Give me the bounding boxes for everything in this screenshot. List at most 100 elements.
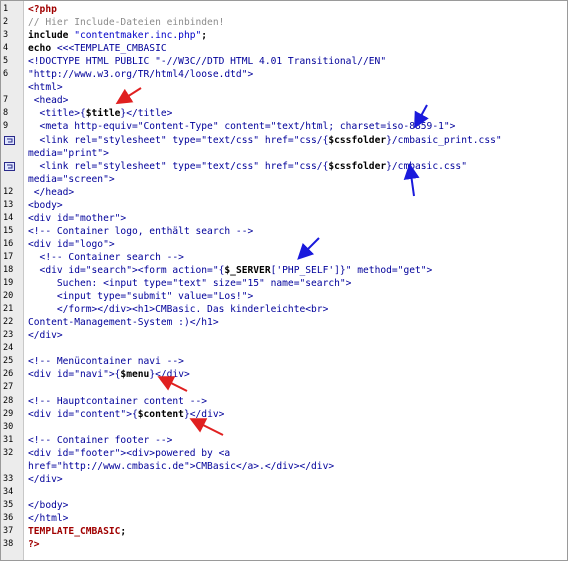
code-line[interactable]: 29 <div id="content">{$content}</div> bbox=[1, 408, 567, 421]
code-line[interactable]: 28 <!-- Hauptcontainer content --> bbox=[1, 395, 567, 408]
code-text: Suchen: <input type="text" size="15" nam… bbox=[28, 277, 352, 290]
code-line[interactable]: 18 <div id="search"><form action="{$_SER… bbox=[1, 264, 567, 277]
code-text: <meta http-equiv="Content-Type" content=… bbox=[28, 120, 456, 133]
code-line[interactable]: 17 <!-- Container search --> bbox=[1, 251, 567, 264]
code-line[interactable]: 23 </div> bbox=[1, 329, 567, 342]
code-line[interactable]: 24 bbox=[1, 342, 567, 355]
code-text: // Hier Include-Dateien einbinden! bbox=[28, 16, 224, 29]
code-line[interactable]: 5 <!DOCTYPE HTML PUBLIC "-//W3C//DTD HTML… bbox=[1, 55, 567, 68]
code-line[interactable]: 4 echo <<<TEMPLATE_CMBASIC bbox=[1, 42, 567, 55]
code-line[interactable]: 32 <div id="footer"><div>powered by <a bbox=[1, 447, 567, 460]
code-text: include "contentmaker.inc.php"; bbox=[28, 29, 207, 42]
line-number: 34 bbox=[3, 486, 14, 497]
code-text: <div id="footer"><div>powered by <a bbox=[28, 447, 230, 460]
code-line[interactable]: 27 bbox=[1, 381, 567, 394]
code-line[interactable]: media="print"> bbox=[1, 147, 567, 160]
code-line[interactable]: 9 <meta http-equiv="Content-Type" conten… bbox=[1, 120, 567, 133]
code-line[interactable]: 15 <!-- Container logo, enthält search --… bbox=[1, 225, 567, 238]
code-token: }/cmbasic.css" bbox=[386, 160, 467, 172]
code-line[interactable]: 35 </body> bbox=[1, 499, 567, 512]
code-line[interactable]: 21 </form></div><h1>CMBasic. Das kinderl… bbox=[1, 303, 567, 316]
code-token: media="print"> bbox=[28, 147, 109, 159]
code-line[interactable]: 12 </head> bbox=[1, 186, 567, 199]
code-line[interactable]: 8 <title>{$title}</title> bbox=[1, 107, 567, 120]
code-line[interactable]: 16 <div id="logo"> bbox=[1, 238, 567, 251]
code-text: media="screen"> bbox=[28, 173, 115, 186]
line-number: 17 bbox=[3, 251, 14, 262]
code-line[interactable]: 14 <div id="mother"> bbox=[1, 212, 567, 225]
code-token: TEMPLATE_CMBASIC bbox=[28, 526, 121, 537]
code-text: </div> bbox=[28, 329, 63, 342]
code-token: }</title> bbox=[120, 108, 173, 120]
code-line[interactable]: 33 </div> bbox=[1, 473, 567, 486]
code-text: <link rel="stylesheet" type="text/css" h… bbox=[28, 160, 467, 173]
code-text: <?php bbox=[28, 3, 57, 16]
code-line[interactable]: media="screen"> bbox=[1, 173, 567, 186]
code-token: ; bbox=[120, 526, 127, 537]
code-token: <!-- Menücontainer navi --> bbox=[28, 356, 184, 368]
code-text: media="print"> bbox=[28, 147, 109, 160]
code-line[interactable]: 6 "http://www.w3.org/TR/html4/loose.dtd"> bbox=[1, 68, 567, 81]
line-number: 31 bbox=[3, 434, 14, 445]
code-token: // Hier Include-Dateien einbinden! bbox=[28, 17, 225, 29]
code-token: "contentmaker.inc.php" bbox=[74, 30, 202, 42]
code-text: <input type="submit" value="Los!"> bbox=[28, 290, 253, 303]
code-text: </div> bbox=[28, 473, 63, 486]
code-token: media="screen"> bbox=[28, 173, 115, 185]
line-number: 5 bbox=[3, 56, 9, 67]
template-variable: $_SERVER bbox=[224, 265, 271, 276]
code-line[interactable]: <link rel="stylesheet" type="text/css" h… bbox=[1, 160, 567, 173]
code-line[interactable]: 34 bbox=[1, 486, 567, 499]
line-number: 33 bbox=[3, 473, 14, 484]
template-variable: $cssfolder bbox=[328, 160, 387, 172]
code-line[interactable]: 36 </html> bbox=[1, 512, 567, 525]
code-token: <!-- Container footer --> bbox=[28, 434, 173, 446]
line-number: 28 bbox=[3, 395, 14, 406]
code-line[interactable]: <link rel="stylesheet" type="text/css" h… bbox=[1, 134, 567, 147]
line-number: 15 bbox=[3, 225, 14, 236]
code-token: <div id="footer"><div>powered by <a bbox=[28, 447, 231, 459]
code-text: <div id="search"><form action="{$_SERVER… bbox=[28, 264, 433, 277]
code-line[interactable]: 19 Suchen: <input type="text" size="15" … bbox=[1, 277, 567, 290]
code-text: <!-- Menücontainer navi --> bbox=[28, 355, 184, 368]
code-line[interactable]: 25 <!-- Menücontainer navi --> bbox=[1, 355, 567, 368]
code-text: <!-- Container search --> bbox=[28, 251, 184, 264]
code-token: <input type="submit" value="Los!"> bbox=[28, 291, 254, 303]
code-token: <!-- Container search --> bbox=[28, 251, 184, 263]
template-variable: $menu bbox=[120, 369, 150, 381]
code-line[interactable]: href="http://www.cmbasic.de">CMBasic</a>… bbox=[1, 460, 567, 473]
line-number: 32 bbox=[3, 447, 14, 458]
code-text: <head> bbox=[28, 94, 69, 107]
template-variable: $title bbox=[85, 108, 121, 120]
code-line[interactable]: 7 <head> bbox=[1, 94, 567, 107]
code-line[interactable]: 37 TEMPLATE_CMBASIC; bbox=[1, 525, 567, 538]
code-line[interactable]: 1 <?php bbox=[1, 3, 567, 16]
code-editor[interactable]: 1 <?php 2 // Hier Include-Dateien einbinden… bbox=[0, 0, 568, 561]
code-line[interactable]: 2 // Hier Include-Dateien einbinden! bbox=[1, 16, 567, 29]
code-line[interactable]: 30 bbox=[1, 421, 567, 434]
line-number: 2 bbox=[3, 17, 9, 28]
line-number: 1 bbox=[3, 4, 9, 14]
code-token: }</div> bbox=[183, 408, 225, 420]
code-line[interactable]: 22 Content-Management-System :)</h1> bbox=[1, 316, 567, 329]
code-line[interactable]: 13 <body> bbox=[1, 199, 567, 212]
code-token: <!-- Hauptcontainer content --> bbox=[28, 395, 208, 407]
code-line[interactable]: 31 <!-- Container footer --> bbox=[1, 434, 567, 447]
code-line[interactable]: 3 include "contentmaker.inc.php"; bbox=[1, 29, 567, 42]
code-token: <!-- Container logo, enthält search --> bbox=[28, 225, 254, 237]
code-line[interactable]: 26 <div id="navi">{$menu}</div> bbox=[1, 368, 567, 381]
code-token: <head> bbox=[28, 95, 69, 107]
code-token: Suchen: <input type="text" size="15" nam… bbox=[28, 278, 352, 290]
code-text: href="http://www.cmbasic.de">CMBasic</a>… bbox=[28, 460, 334, 473]
code-text: </body> bbox=[28, 499, 68, 512]
code-token: </html> bbox=[28, 512, 69, 524]
code-token: <<<TEMPLATE_CMBASIC bbox=[56, 43, 167, 55]
code-text: <!DOCTYPE HTML PUBLIC "-//W3C//DTD HTML … bbox=[28, 55, 386, 68]
code-line[interactable]: 38 ?> bbox=[1, 538, 567, 551]
code-text: <body> bbox=[28, 199, 63, 212]
code-line[interactable]: 20 <input type="submit" value="Los!"> bbox=[1, 290, 567, 303]
line-number: 7 bbox=[3, 95, 9, 106]
code-token: <link rel="stylesheet" type="text/css" h… bbox=[28, 160, 329, 172]
code-line[interactable]: <html> bbox=[1, 81, 567, 94]
code-text: Content-Management-System :)</h1> bbox=[28, 316, 219, 329]
